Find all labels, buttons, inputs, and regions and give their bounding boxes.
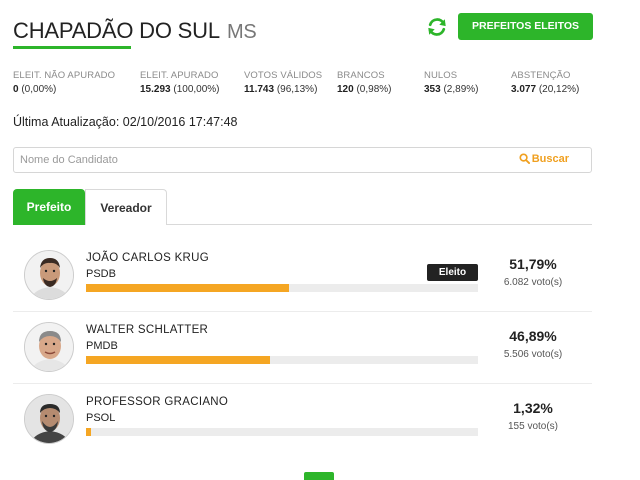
- stat-value: 120 (0,98%): [337, 84, 392, 95]
- vote-percent: 46,89%: [509, 328, 557, 344]
- candidate-row[interactable]: WALTER SCHLATTER PMDB 46,89% 5.506 voto(…: [13, 312, 592, 384]
- stat-label: ELEIT. APURADO: [140, 70, 219, 81]
- stat-abstencao: ABSTENÇÃO 3.077 (20,12%): [511, 70, 579, 95]
- tab-vereador[interactable]: Vereador: [85, 189, 167, 225]
- vote-percent: 1,32%: [513, 400, 553, 416]
- last-update-value: 02/10/2016 17:47:48: [122, 115, 238, 129]
- refresh-icon[interactable]: [426, 16, 448, 38]
- prefeitos-eleitos-button[interactable]: PREFEITOS ELEITOS: [458, 13, 593, 40]
- office-tabs: Prefeito Vereador: [13, 189, 592, 225]
- vote-bar-fill: [86, 284, 290, 292]
- candidate-name: PROFESSOR GRACIANO: [86, 396, 229, 408]
- search-icon: [519, 153, 530, 164]
- stat-label: VOTOS VÁLIDOS: [244, 70, 323, 81]
- stat-value: 353 (2,89%): [424, 84, 479, 95]
- candidate-party: PSDB: [86, 268, 116, 280]
- vote-count: 5.506 voto(s): [503, 349, 563, 360]
- candidate-name: WALTER SCHLATTER: [86, 324, 209, 336]
- vote-bar: [86, 428, 478, 436]
- candidate-photo: [24, 322, 74, 372]
- stat-label: ELEIT. NÃO APURADO: [13, 70, 116, 81]
- title-underline: [13, 46, 131, 49]
- stat-votos-validos: VOTOS VÁLIDOS 11.743 (96,13%): [244, 70, 322, 95]
- vote-count: 155 voto(s): [507, 421, 559, 432]
- vote-bar-fill: [86, 428, 92, 436]
- search-input[interactable]: [14, 148, 494, 172]
- last-update: Última Atualização: 02/10/2016 17:47:48: [13, 115, 238, 129]
- vote-percent: 51,79%: [509, 256, 557, 272]
- stat-nulos: NULOS 353 (2,89%): [424, 70, 478, 95]
- stat-nao-apurado: ELEIT. NÃO APURADO 0 (0,00%): [13, 70, 115, 95]
- vote-count: 6.082 voto(s): [503, 277, 563, 288]
- candidate-photo: [24, 394, 74, 444]
- state-abbrev: MS: [226, 21, 257, 43]
- candidate-photo: [24, 250, 74, 300]
- search-button[interactable]: Buscar: [519, 153, 569, 165]
- candidate-name: JOÃO CARLOS KRUG: [86, 252, 210, 264]
- election-stats: ELEIT. NÃO APURADO 0 (0,00%) ELEIT. APUR…: [13, 70, 603, 100]
- stat-value: 15.293 (100,00%): [140, 84, 220, 95]
- last-update-label: Última Atualização:: [13, 115, 120, 129]
- page-indicator[interactable]: [304, 472, 334, 480]
- vote-bar-fill: [86, 356, 270, 364]
- candidate-party: PMDB: [86, 340, 118, 352]
- search-button-label: Buscar: [531, 153, 569, 165]
- candidate-row[interactable]: PROFESSOR GRACIANO PSOL 1,32% 155 voto(s…: [13, 384, 592, 456]
- candidate-row[interactable]: JOÃO CARLOS KRUG PSDB Eleito 51,79% 6.08…: [13, 240, 592, 312]
- stat-label: ABSTENÇÃO: [511, 70, 571, 81]
- stat-label: BRANCOS: [337, 70, 385, 81]
- page-title: CHAPADÃO DO SUL MS: [13, 18, 257, 44]
- candidate-search: Buscar: [13, 147, 592, 173]
- city-name: CHAPADÃO DO SUL: [13, 18, 220, 43]
- stat-value: 3.077 (20,12%): [511, 84, 580, 95]
- vote-bar: [86, 356, 478, 364]
- stat-value: 0 (0,00%): [13, 84, 57, 95]
- stat-value: 11.743 (96,13%): [244, 84, 318, 95]
- vote-bar: [86, 284, 478, 292]
- stat-apurado: ELEIT. APURADO 15.293 (100,00%): [140, 70, 220, 95]
- elected-badge: Eleito: [427, 264, 478, 281]
- tab-prefeito[interactable]: Prefeito: [13, 189, 85, 225]
- stat-brancos: BRANCOS 120 (0,98%): [337, 70, 391, 95]
- candidate-party: PSOL: [86, 412, 116, 424]
- stat-label: NULOS: [424, 70, 458, 81]
